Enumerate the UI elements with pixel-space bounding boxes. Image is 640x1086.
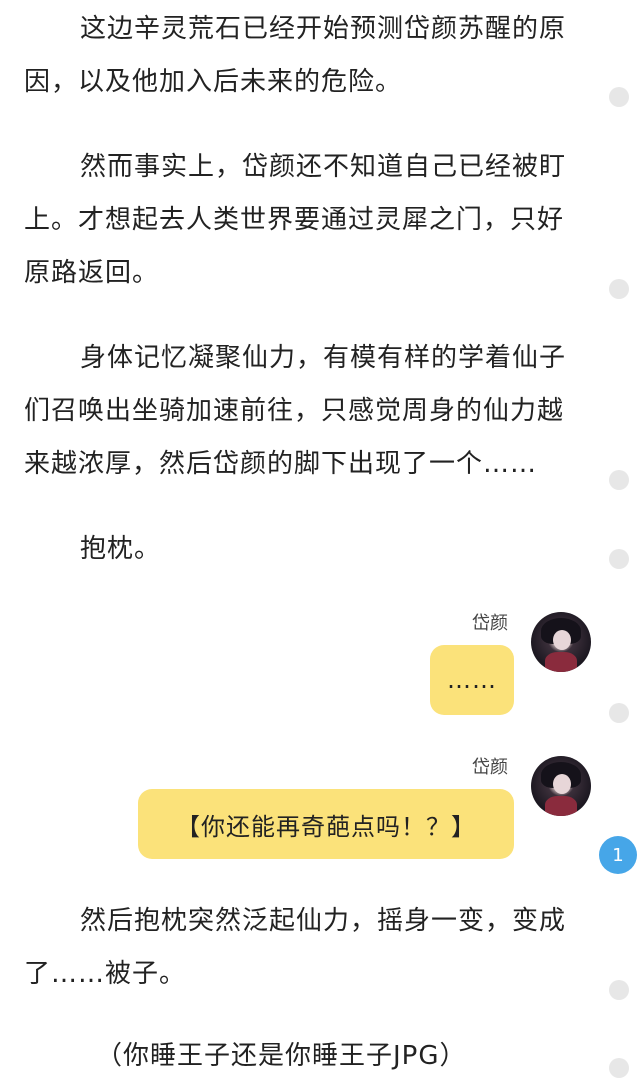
sender-name: 岱颜 xyxy=(472,613,508,634)
comment-marker-dot[interactable] xyxy=(609,470,629,490)
story-paragraph: 身体记忆凝聚仙力，有模有样的学着仙子们召唤出坐骑加速前往，只感觉周身的仙力越来越… xyxy=(24,343,567,479)
sender-name: 岱颜 xyxy=(472,757,508,778)
comment-marker-dot[interactable] xyxy=(609,279,629,299)
comment-marker-dot[interactable] xyxy=(609,980,629,1000)
chat-bubble: …… xyxy=(430,645,514,715)
avatar[interactable] xyxy=(531,756,591,816)
chat-bubble: 【你还能再奇葩点吗！？】 xyxy=(138,789,514,859)
comment-marker-dot[interactable] xyxy=(609,549,629,569)
avatar[interactable] xyxy=(531,612,591,672)
comment-count-badge[interactable]: 1 xyxy=(599,836,637,874)
story-paragraph: 然而事实上，岱颜还不知道自己已经被盯上。才想起去人类世界要通过灵犀之门，只好原路… xyxy=(24,152,567,288)
comment-marker-dot[interactable] xyxy=(609,703,629,723)
story-paragraph: 这边辛灵荒石已经开始预测岱颜苏醒的原因，以及他加入后未来的危险。 xyxy=(24,14,567,97)
story-paragraph: （你睡王子还是你睡王子JPG） xyxy=(96,1041,467,1071)
story-paragraph: 然后抱枕突然泛起仙力，摇身一变，变成了……被子。 xyxy=(24,906,567,989)
comment-marker-dot[interactable] xyxy=(609,1058,629,1078)
story-paragraph: 抱枕。 xyxy=(80,534,162,564)
comment-marker-dot[interactable] xyxy=(609,87,629,107)
